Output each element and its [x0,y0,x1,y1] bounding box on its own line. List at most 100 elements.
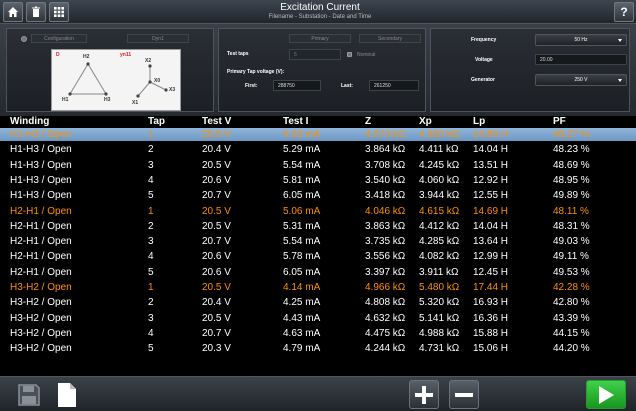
cell-lp: 16.93 H [473,297,509,309]
column-header-pf[interactable]: PF [553,116,566,127]
cell-winding: H2-H1 / Open [10,220,72,232]
page-title: Excitation Current [280,2,360,13]
cell-lp: 17.44 H [473,282,509,293]
frequency-value: 50 Hz [574,37,588,43]
column-header-test-v[interactable]: Test V [202,116,231,127]
cell-test-v: 20.5 V [202,205,231,217]
cell-winding: H3-H2 / Open [10,282,72,293]
settings-area: Configuration Dyn1 D yn11 H2 H1 H3 X2 X0… [0,24,636,116]
cell-z: 4.808 kΩ [365,297,406,309]
primary-tap-voltage-label: Primary Tap voltage (V): [227,69,285,75]
table-row[interactable]: H3-H2 / Open 2 20.4 V 4.25 mA 4.808 kΩ 5.320 … [0,296,636,309]
table-row[interactable]: H1-H3 / Open 2 20.4 V 5.29 mA 3.864 kΩ 4.411 … [0,143,636,156]
table-row[interactable]: H3-H2 / Open 1 20.5 V 4.14 mA 4.966 kΩ 5.480 … [0,281,636,294]
frequency-dropdown[interactable]: 50 Hz [535,34,627,46]
terminal-x2-label: X2 [145,58,152,64]
document-icon [58,382,76,407]
cell-lp: 14.04 H [473,220,509,232]
cell-lp: 12.99 H [473,251,509,263]
add-row-button[interactable] [409,380,439,409]
winding-diagram-graphic [68,62,168,98]
first-voltage-input[interactable]: 288750 [273,80,321,91]
table-row[interactable]: H2-H1 / Open 4 20.6 V 5.78 mA 3.556 kΩ 4.082 … [0,250,636,263]
cell-xp: 4.412 kΩ [419,220,460,232]
cell-test-v: 20.5 V [202,159,231,171]
configuration-tab[interactable]: Configuration [31,34,87,43]
cell-test-i: 4.14 mA [283,282,321,293]
cell-lp: 12.45 H [473,266,509,278]
configuration-radio[interactable] [21,36,27,42]
cell-winding: H3-H2 / Open [10,327,72,339]
table-row[interactable]: H1-H3 / Open 5 20.7 V 6.05 mA 3.418 kΩ 3.944 … [0,189,636,202]
table-row[interactable]: H1-H3 / Open 4 20.6 V 5.81 mA 3.540 kΩ 4.060 … [0,174,636,187]
cell-z: 4.632 kΩ [365,312,406,324]
cell-test-i: 5.03 mA [283,129,321,140]
cell-xp: 4.731 kΩ [419,343,460,355]
primary-tab[interactable]: Primary [289,34,351,43]
cell-pf: 48.95 % [553,174,590,186]
table-row[interactable]: H3-H2 / Open 4 20.7 V 4.63 mA 4.475 kΩ 4.988 … [0,327,636,340]
run-test-button[interactable] [586,380,626,409]
nominal-checkbox[interactable] [347,52,352,57]
table-row[interactable]: H2-H1 / Open 1 20.5 V 5.06 mA 4.046 kΩ 4.615 … [0,205,636,218]
cell-tap: 3 [148,236,154,248]
cell-z: 4.073 kΩ [365,129,406,140]
table-row[interactable]: H2-H1 / Open 5 20.6 V 6.05 mA 3.397 kΩ 3.911 … [0,266,636,279]
cell-tap: 5 [148,343,154,355]
cell-winding: H1-H3 / Open [10,129,72,140]
table-row[interactable]: H2-H1 / Open 2 20.5 V 5.31 mA 3.863 kΩ 4.412 … [0,220,636,233]
cell-winding: H1-H3 / Open [10,190,72,202]
delta-label: D [56,52,60,58]
last-voltage-input[interactable]: 261250 [369,80,419,91]
cell-pf: 49.89 % [553,190,590,202]
configuration-panel: Configuration Dyn1 D yn11 H2 H1 H3 X2 X0… [6,28,214,112]
grid-view-button[interactable] [49,2,69,22]
cell-tap: 2 [148,144,154,156]
cell-test-v: 20.5 V [202,220,231,232]
cell-z: 3.863 kΩ [365,220,406,232]
vector-group-tab[interactable]: Dyn1 [127,34,189,43]
save-button[interactable] [14,380,44,409]
cell-test-v: 20.4 V [202,297,231,309]
cell-xp: 4.650 kΩ [419,129,460,140]
remove-row-button[interactable] [449,380,479,409]
secondary-tab[interactable]: Secondary [359,34,421,43]
title-block: Excitation Current Filename - Substation… [150,2,490,21]
table-row[interactable]: H3-H2 / Open 3 20.5 V 4.43 mA 4.632 kΩ 5.141 … [0,312,636,325]
new-document-button[interactable] [52,380,82,409]
cell-z: 3.556 kΩ [365,251,406,263]
table-row[interactable]: H3-H2 / Open 5 20.3 V 4.79 mA 4.244 kΩ 4.731 … [0,342,636,355]
cell-test-i: 5.54 mA [283,236,321,248]
home-button[interactable] [3,2,23,22]
cell-test-i: 5.54 mA [283,159,321,171]
help-button[interactable]: ? [614,2,634,22]
cell-xp: 3.944 kΩ [419,190,460,202]
test-taps-input[interactable]: 5 [289,49,341,60]
voltage-label: Voltage [475,57,493,63]
last-label: Last: [341,83,353,89]
cell-lp: 14.69 H [473,205,509,217]
cell-pf: 43.39 % [553,312,590,324]
column-header-lp[interactable]: Lp [473,116,485,127]
column-header-tap[interactable]: Tap [148,116,165,127]
table-row[interactable]: H1-H3 / Open 1 20.5 V 5.03 mA 4.073 kΩ 4.650 … [0,128,636,141]
delete-button[interactable] [26,2,46,22]
table-row[interactable]: H1-H3 / Open 3 20.5 V 5.54 mA 3.708 kΩ 4.245 … [0,159,636,172]
cell-winding: H2-H1 / Open [10,205,72,217]
column-header-xp[interactable]: Xp [419,116,432,127]
cell-pf: 49.11 % [553,251,589,263]
column-header-test-i[interactable]: Test I [283,116,308,127]
column-header-winding[interactable]: Winding [10,116,49,127]
cell-xp: 5.141 kΩ [419,312,460,324]
column-header-z[interactable]: Z [365,116,371,127]
test-taps-label: Test taps [227,51,249,57]
minus-icon [455,392,473,397]
cell-winding: H3-H2 / Open [10,312,72,324]
cell-pf: 48.11 % [553,205,589,217]
cell-xp: 4.082 kΩ [419,251,460,263]
trash-icon [32,6,40,17]
generator-dropdown[interactable]: 250 V [535,74,627,86]
table-row[interactable]: H2-H1 / Open 3 20.7 V 5.54 mA 3.735 kΩ 4.285 … [0,235,636,248]
voltage-input[interactable]: 20.00 [535,54,627,65]
cell-lp: 14.04 H [473,144,509,156]
